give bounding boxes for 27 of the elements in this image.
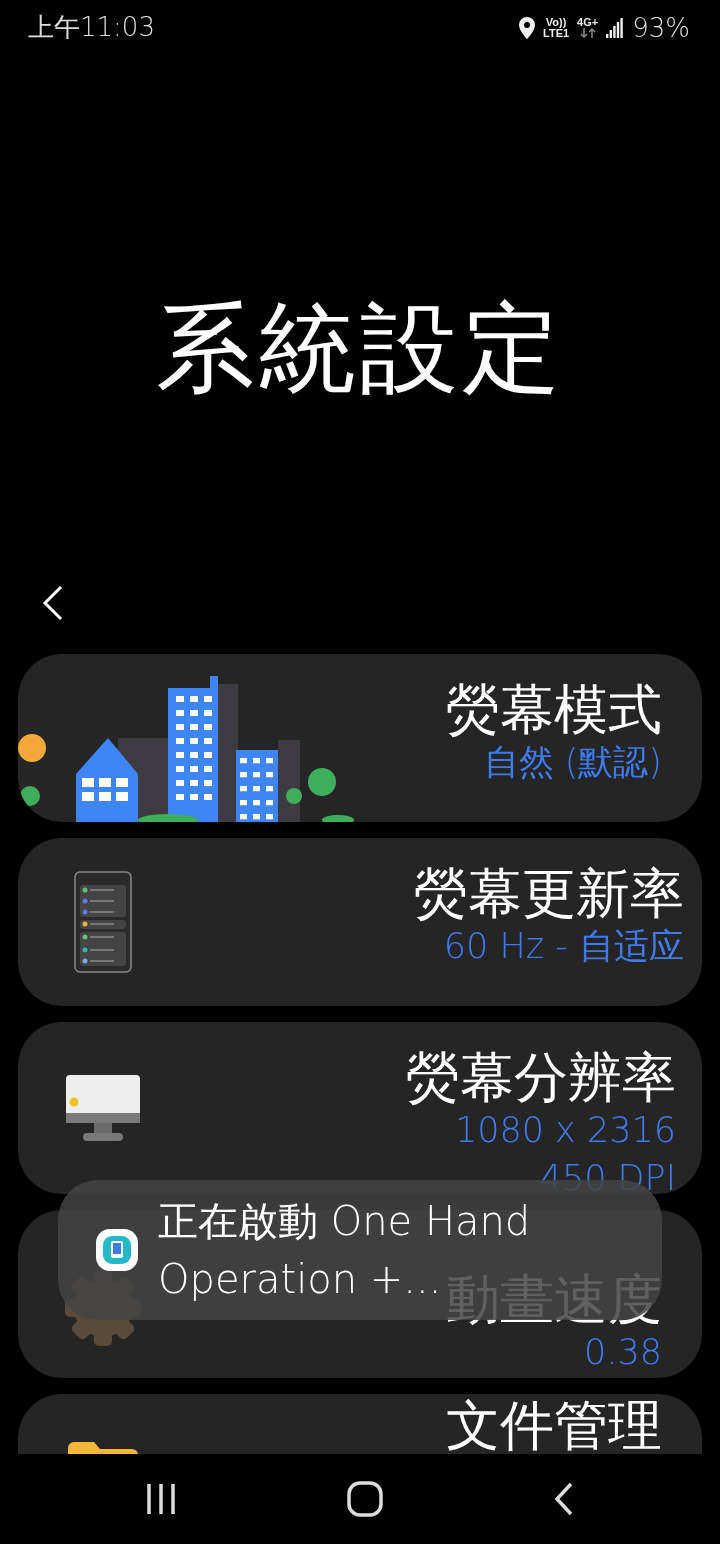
app-icon — [96, 1229, 138, 1271]
card-title: 熒幕模式 — [446, 680, 662, 740]
toast-message: 正在啟動 One Hand — [158, 1197, 531, 1246]
card-value: 60 Hz - 自适应 — [443, 925, 684, 969]
settings-card[interactable]: 熒幕分辨率 1080 x 2316 450 DPI — [18, 1022, 702, 1194]
card-value: 450 DPI — [539, 1156, 676, 1194]
card-value: 自然 (默認) — [483, 741, 662, 785]
data-arrows-icon — [579, 28, 596, 38]
network-type: 4G+ — [577, 17, 599, 28]
page-title: 系統設定 — [156, 290, 564, 407]
card-title: 文件管理 — [446, 1396, 662, 1454]
settings-card[interactable]: 熒幕更新率 60 Hz - 自适应 — [18, 838, 702, 1006]
toast-message: Operation +... — [158, 1255, 442, 1304]
location-icon — [519, 16, 535, 39]
card-value: 0.38 — [584, 1331, 662, 1375]
status-time: 上午11:03 — [28, 11, 155, 44]
card-title: 熒幕更新率 — [414, 864, 684, 924]
card-title: 動畫速度 — [446, 1270, 662, 1330]
settings-card[interactable]: 文件管理 — [18, 1394, 702, 1454]
monitor-icon — [66, 1075, 140, 1141]
card-title: 熒幕分辨率 — [406, 1048, 676, 1108]
lte-label: LTE1 — [543, 27, 570, 39]
signal-icon — [606, 17, 625, 38]
volte-label: Vo)) — [545, 16, 567, 28]
battery-percentage: 93% — [632, 12, 690, 43]
settings-card[interactable]: 熒幕模式 自然 (默認) — [18, 654, 702, 822]
card-value: 1080 x 2316 — [454, 1109, 676, 1153]
